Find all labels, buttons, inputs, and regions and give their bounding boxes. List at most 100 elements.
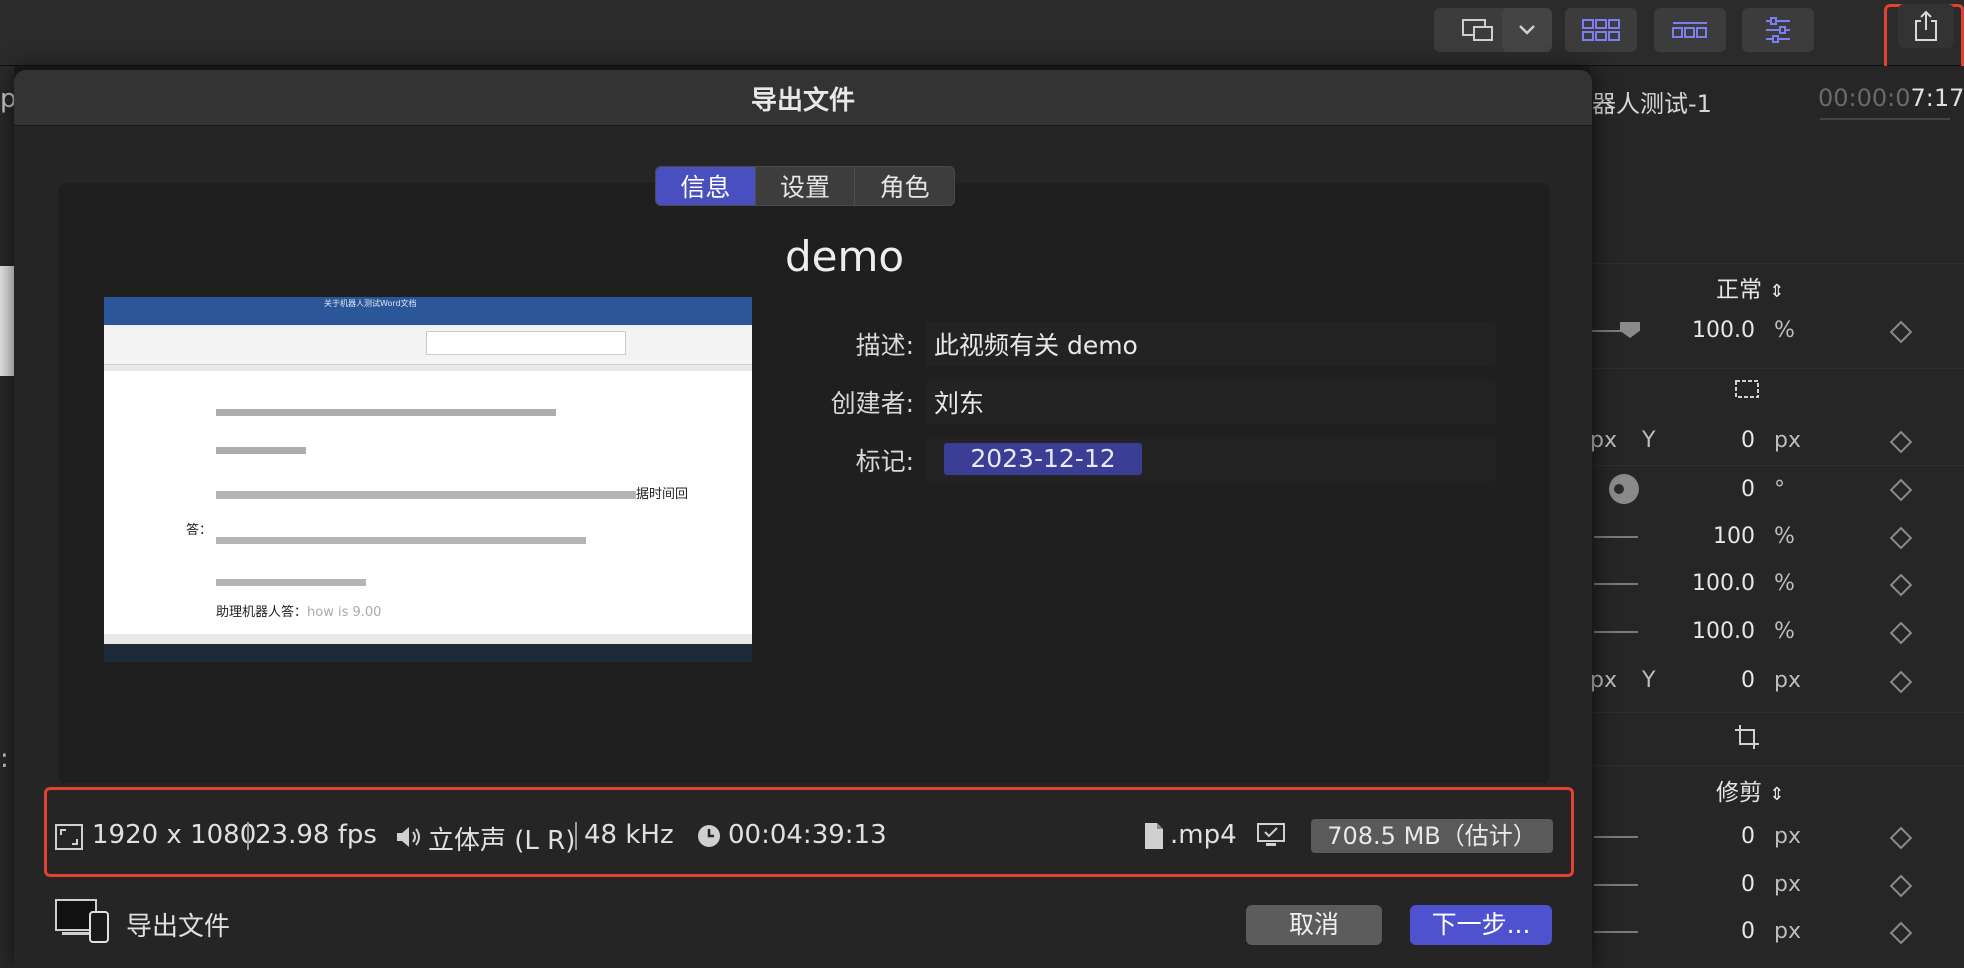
next-button[interactable]: 下一步... [1410, 905, 1552, 945]
crop-left-slider[interactable] [1594, 836, 1638, 838]
crop-mode-select[interactable]: 修剪 ⇕ [1716, 773, 1784, 807]
browser-grid-button[interactable] [1565, 8, 1637, 52]
crop-top-value[interactable]: 0 [1741, 919, 1755, 944]
anchor-y-label: Y [1642, 668, 1656, 693]
project-name[interactable]: demo [785, 232, 904, 281]
rotation-dial-icon[interactable] [1607, 472, 1641, 506]
thumb-assistant-gray: how is 9.00 [307, 605, 382, 620]
crop-icon[interactable] [1732, 722, 1762, 752]
display-layout-icon [1462, 19, 1493, 41]
scale-y-value[interactable]: 100.0 [1692, 619, 1755, 644]
pos-y-label: Y [1642, 428, 1656, 453]
creator-field-bg [926, 380, 1496, 424]
blend-mode-value: 正常 [1716, 277, 1762, 303]
anchor-x-unit-partial: px [1590, 668, 1617, 693]
filmstrip-icon [1672, 22, 1707, 38]
timeline-toggle-button[interactable] [1654, 8, 1726, 52]
timecode-bright: 7:17 [1910, 84, 1964, 112]
scale-x-value[interactable]: 100.0 [1692, 571, 1755, 596]
export-destination-label: 导出文件 [126, 912, 231, 942]
crop-right-value[interactable]: 0 [1741, 872, 1755, 897]
sample-rate-value: 48 kHz [584, 820, 674, 850]
dialog-tabs: 信息 设置 角色 [655, 166, 955, 206]
blend-mode-select[interactable]: 正常 ⇕ [1716, 270, 1784, 304]
transform-section [1590, 368, 1964, 415]
file-format-value: .mp4 [1170, 820, 1237, 850]
crop-right-slider[interactable] [1594, 884, 1638, 886]
scale-x-slider[interactable] [1594, 583, 1638, 585]
pos-y-value[interactable]: 0 [1741, 428, 1755, 453]
background-left-panel [0, 66, 14, 968]
grid-icon [1582, 19, 1620, 41]
thumb-statusbar [104, 634, 752, 644]
estimated-size: 708.5 MB（估计） [1311, 819, 1553, 853]
thumb-side-text: 据时间回 [636, 487, 689, 502]
scale-y-unit: % [1774, 619, 1795, 644]
cancel-button[interactable]: 取消 [1246, 905, 1382, 945]
share-icon [1915, 10, 1937, 41]
background-window-sliver [0, 266, 14, 376]
tag-label: 标记: [855, 447, 914, 476]
video-thumbnail: 关于机器人测试Word文档 据时间回 答： 助理机器人答：how is 9.00 [104, 297, 752, 662]
timecode-divider [1820, 118, 1950, 120]
description-field[interactable]: 此视频有关 demo [934, 326, 1138, 362]
crop-right-unit: px [1774, 872, 1801, 897]
crop-left-value[interactable]: 0 [1741, 824, 1755, 849]
creator-field[interactable]: 刘东 [934, 384, 984, 420]
thumb-text-line [216, 491, 636, 499]
creator-label: 创建者: [830, 389, 914, 418]
scale-all-unit: % [1774, 524, 1795, 549]
tab-info[interactable]: 信息 [656, 167, 756, 205]
clock-icon [698, 825, 720, 847]
description-label: 描述: [855, 331, 914, 360]
thumb-assistant-line: 助理机器人答：how is 9.00 [216, 601, 381, 620]
computer-check-icon [1257, 823, 1285, 846]
thumb-text-line [216, 447, 306, 454]
chevron-down-icon [1519, 25, 1535, 35]
layout-dropdown-button[interactable] [1502, 8, 1552, 52]
devices-icon [55, 899, 109, 943]
thumb-taskbar [104, 644, 752, 662]
scale-all-value[interactable]: 100 [1713, 524, 1755, 549]
transform-icon[interactable] [1732, 376, 1762, 402]
tag-chip[interactable]: 2023-12-12 [944, 443, 1142, 475]
crop-section [1590, 712, 1964, 759]
thumb-word-tabs [104, 311, 752, 325]
duration-value: 00:04:39:13 [728, 820, 887, 850]
thumb-word-ribbon [104, 325, 752, 365]
scale-x-unit: % [1774, 571, 1795, 596]
share-button[interactable] [1898, 4, 1954, 48]
file-icon [1145, 823, 1163, 849]
resolution-value: 1920 x 1080 [92, 820, 257, 850]
timecode-dim: 00:00:0 [1818, 84, 1911, 112]
thumb-style-gallery [426, 331, 626, 355]
resolution-icon [55, 824, 83, 850]
updown-icon: ⇕ [1769, 784, 1785, 805]
anchor-y-unit: px [1774, 668, 1801, 693]
tab-roles[interactable]: 角色 [855, 167, 954, 205]
thumb-assistant-label: 助理机器人答： [216, 605, 308, 620]
rotation-value[interactable]: 0 [1741, 477, 1755, 502]
pos-x-unit-partial: px [1590, 428, 1617, 453]
scale-y-slider[interactable] [1594, 631, 1638, 633]
tab-settings[interactable]: 设置 [756, 167, 856, 205]
thumb-word-titlebar: 关于机器人测试Word文档 [104, 297, 752, 311]
thumb-text-line [216, 409, 556, 416]
updown-icon: ⇕ [1769, 281, 1785, 302]
audio-channels-value: 立体声 (L R) [428, 826, 576, 856]
anchor-y-value[interactable]: 0 [1741, 668, 1755, 693]
thumb-ruler [104, 365, 752, 371]
rotation-unit: ° [1774, 477, 1785, 502]
crop-top-slider[interactable] [1594, 931, 1638, 933]
inspector-toggle-button[interactable] [1742, 8, 1814, 52]
info-separator [247, 822, 249, 850]
scale-all-slider[interactable] [1594, 536, 1638, 538]
speaker-icon [397, 827, 420, 847]
thumb-window-title: 关于机器人测试Word文档 [324, 299, 417, 308]
crop-left-unit: px [1774, 824, 1801, 849]
frame-rate-value: 23.98 fps [255, 820, 377, 850]
background-colon: : [0, 744, 9, 774]
pos-y-unit: px [1774, 428, 1801, 453]
thumb-text-line [216, 579, 366, 586]
opacity-value[interactable]: 100.0 [1692, 318, 1755, 343]
